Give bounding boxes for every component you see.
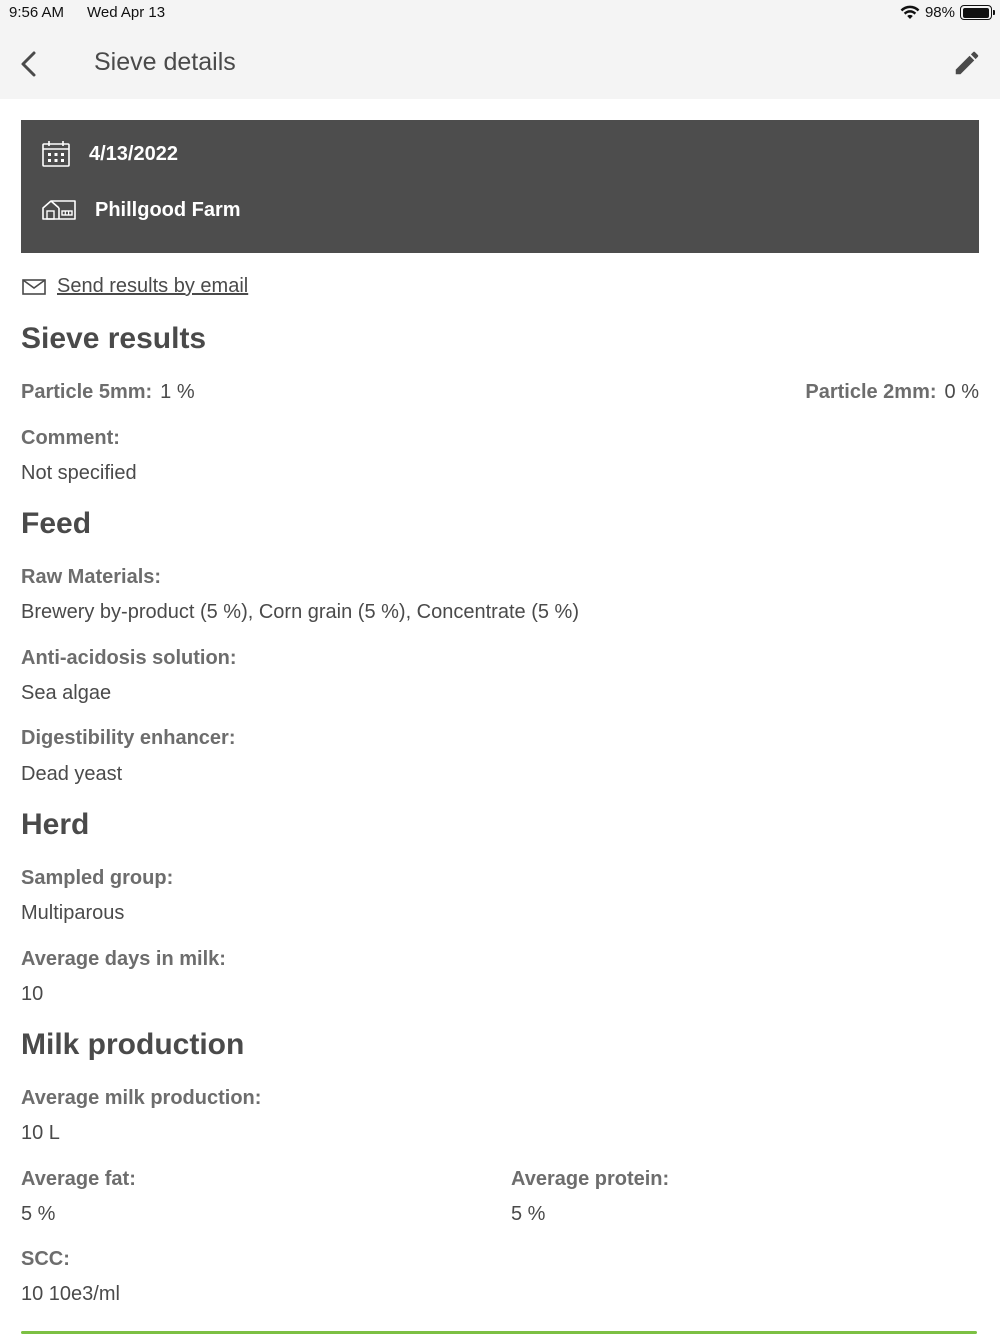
raw-materials-label: Raw Materials: — [21, 566, 162, 588]
avg-fat-label: Average fat: — [21, 1168, 136, 1190]
send-email-link[interactable]: Send results by email — [21, 275, 248, 298]
sampled-group-label: Sampled group: — [21, 867, 174, 889]
comment-value: Not specified — [21, 462, 137, 484]
particle-5mm-label: Particle 5mm: — [21, 381, 153, 403]
calendar-icon — [42, 141, 70, 167]
card-farm: Phillgood Farm — [95, 198, 241, 221]
particle-5mm-value: 1 % — [160, 381, 195, 403]
digestibility-label: Digestibility enhancer: — [21, 727, 236, 749]
edit-button[interactable] — [952, 48, 982, 78]
herd-heading: Herd — [21, 808, 90, 841]
status-time: 9:56 AM — [9, 4, 65, 21]
days-in-milk-value: 10 — [21, 983, 44, 1005]
battery-icon — [960, 5, 995, 20]
anti-acidosis-label: Anti-acidosis solution: — [21, 647, 237, 669]
status-bar: 9:56 AM Wed Apr 13 98% — [0, 0, 1000, 28]
milk-production-value: 10 L — [21, 1122, 60, 1144]
anti-acidosis-value: Sea algae — [21, 682, 112, 704]
chevron-left-icon — [21, 51, 36, 77]
back-button[interactable] — [14, 46, 50, 82]
milk-production-label: Average milk production: — [21, 1087, 262, 1109]
page-title: Sieve details — [94, 48, 236, 76]
particle-5mm-row: Particle 5mm: 1 % — [21, 381, 195, 404]
raw-materials-value: Brewery by-product (5 %), Corn grain (5 … — [21, 601, 579, 623]
card-date-row: 4/13/2022 — [41, 140, 178, 168]
battery-fill — [962, 7, 989, 18]
particle-2mm-row: Particle 2mm: 0 % — [805, 381, 979, 404]
avg-protein-label: Average protein: — [511, 1168, 670, 1190]
avg-fat-value: 5 % — [21, 1203, 56, 1225]
sieve-results-heading: Sieve results — [21, 322, 207, 355]
nav-bar: Sieve details — [0, 28, 1000, 99]
battery-percent: 98% — [924, 4, 955, 21]
comment-label: Comment: — [21, 427, 120, 449]
sampled-group-value: Multiparous — [21, 902, 125, 924]
envelope-icon — [22, 278, 46, 295]
card-farm-row: Phillgood Farm — [41, 196, 241, 224]
sample-info-card: 4/13/2022 Phillgood Farm — [21, 120, 979, 253]
feed-heading: Feed — [21, 507, 92, 540]
days-in-milk-label: Average days in milk: — [21, 948, 226, 970]
send-email-label[interactable]: Send results by email — [57, 275, 248, 298]
wifi-icon — [900, 5, 920, 19]
avg-protein-value: 5 % — [511, 1203, 546, 1225]
card-date: 4/13/2022 — [89, 142, 178, 165]
scc-label: SCC: — [21, 1248, 70, 1270]
particle-2mm-value: 0 % — [944, 381, 979, 403]
milk-production-heading: Milk production — [21, 1028, 245, 1061]
digestibility-value: Dead yeast — [21, 763, 123, 785]
scc-value: 10 10e3/ml — [21, 1283, 120, 1305]
barn-icon — [42, 200, 76, 220]
pencil-icon — [955, 51, 979, 75]
status-date: Wed Apr 13 — [87, 4, 166, 21]
status-indicators: 98% — [900, 4, 995, 21]
particle-2mm-label: Particle 2mm: — [805, 381, 937, 403]
